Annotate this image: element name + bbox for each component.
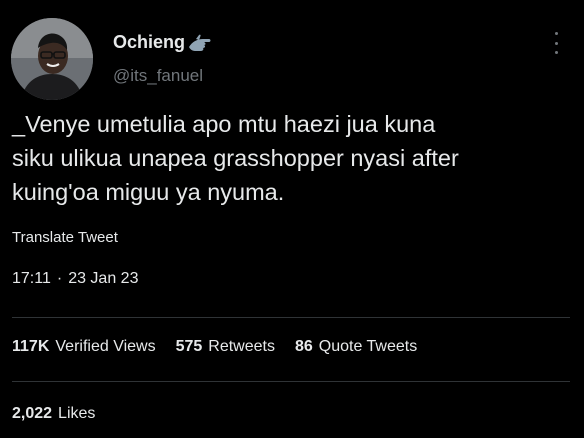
engagement-stats: 117K Verified Views 575 Retweets 86 Quote T… — [12, 338, 417, 356]
tweet-text-line: _Venye umetulia apo mtu haezi jua kuna — [12, 111, 436, 137]
translate-tweet-link[interactable]: Translate Tweet — [12, 229, 118, 246]
tweet-text-line: kuing'oa miguu ya nyuma. — [12, 179, 285, 205]
retweets-stat[interactable]: 575 Retweets — [176, 338, 275, 356]
likes-count: 2,022 — [12, 405, 53, 422]
display-name[interactable]: Ochieng — [113, 32, 185, 53]
views-label: Verified Views — [55, 338, 156, 355]
quote-tweets-count: 86 — [294, 338, 313, 355]
avatar[interactable] — [11, 18, 93, 100]
meta-separator: · — [56, 270, 63, 287]
likes-stat[interactable]: 2,022 Likes — [12, 405, 95, 423]
retweets-count: 575 — [175, 338, 203, 355]
views-count: 117K — [12, 338, 50, 355]
tweet-timestamp[interactable]: 17:11 · 23 Jan 23 — [12, 270, 138, 288]
tweet-time: 17:11 — [12, 270, 51, 287]
views-stat[interactable]: 117K Verified Views — [12, 338, 156, 356]
tweet-text-line: siku ulikua unapea grasshopper nyasi aft… — [12, 145, 459, 171]
hand-gesture-icon — [189, 34, 211, 51]
tweet-date: 23 Jan 23 — [68, 270, 139, 287]
tweet-text: _Venye umetulia apo mtu haezi jua kuna s… — [12, 107, 572, 209]
retweets-label: Retweets — [208, 338, 275, 355]
quote-tweets-label: Quote Tweets — [318, 338, 418, 355]
divider — [12, 317, 570, 318]
more-options-icon[interactable] — [548, 32, 564, 54]
divider — [12, 381, 570, 382]
avatar-image — [11, 18, 93, 100]
user-handle[interactable]: @its_fanuel — [113, 66, 203, 86]
likes-label: Likes — [58, 405, 96, 422]
quote-tweets-stat[interactable]: 86 Quote Tweets — [295, 338, 417, 356]
tweet-card: Ochieng @its_fanuel _Venye umetulia apo … — [0, 0, 584, 438]
